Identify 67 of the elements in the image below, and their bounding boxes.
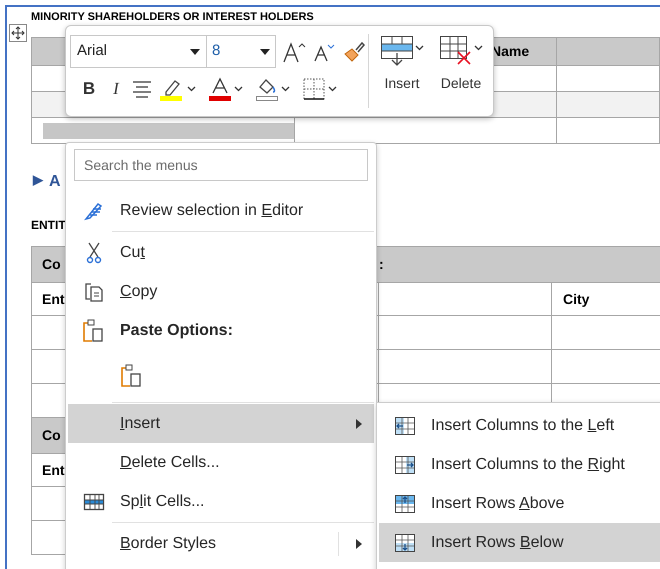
align-center-icon[interactable] [131, 80, 153, 98]
menu-item[interactable]: Insert Columns to the Right [379, 445, 660, 484]
menu-item-label: Copy [120, 282, 158, 300]
menu-section-label: Paste Options: [120, 321, 233, 341]
caret-icon [474, 45, 483, 51]
shrink-font-icon[interactable] [314, 42, 336, 62]
menu-item-label: Split Cells... [120, 492, 204, 510]
menu-item[interactable]: Insert Rows Below [379, 523, 660, 562]
menu-item-label: Insert [120, 414, 160, 432]
section-heading: ENTIT [31, 217, 67, 234]
font-name-field[interactable]: Arial [70, 35, 207, 68]
grow-font-icon[interactable] [283, 40, 307, 62]
italic-button[interactable]: I [104, 76, 128, 102]
dropdown-arrow-icon [190, 48, 200, 54]
menu-item[interactable]: Insert Columns to the Left [379, 406, 660, 445]
menu-item-label: Insert Rows Above [431, 494, 564, 514]
table-header-cell-text: Ent [42, 460, 65, 480]
expand-arrow-icon[interactable]: ▶ [33, 170, 43, 190]
font-color-icon[interactable] [209, 77, 231, 101]
table-header-cell-text: Co [42, 255, 61, 274]
bold-button[interactable]: B [77, 76, 101, 102]
caret-icon [234, 86, 243, 92]
menu-item[interactable]: Insert [68, 404, 374, 443]
table-header-cell-text: Co [42, 426, 61, 445]
insert-row-below-icon [394, 532, 416, 552]
caret-icon [415, 45, 424, 51]
clipboard-icon [120, 364, 142, 388]
format-painter-icon[interactable] [343, 40, 365, 62]
menu-item-label: Border Styles [120, 534, 216, 552]
insert-column-right-icon [394, 454, 416, 474]
delete-table-icon [439, 35, 473, 67]
insert-row-above-icon [394, 494, 416, 514]
table-move-handle-icon[interactable] [9, 24, 27, 42]
insert-button[interactable]: Insert [376, 35, 428, 109]
table-header-cell-text: Ent [42, 290, 65, 308]
scissors-icon [86, 242, 102, 264]
menu-item[interactable]: Border Styles [68, 524, 374, 563]
menu-item-label: Delete Cells... [120, 454, 220, 470]
menu-item[interactable]: Insert Rows Above [379, 484, 660, 523]
menu-item[interactable]: Delete Cells... [68, 443, 374, 482]
insert-table-icon [380, 35, 414, 67]
caret-icon [281, 86, 290, 92]
copy-icon [83, 280, 105, 302]
menu-item-label: Insert Columns to the Right [431, 454, 625, 474]
caret-icon [328, 86, 337, 92]
menu-item[interactable]: Split Cells... [68, 482, 374, 521]
menu-item-label: Review selection in Editor [120, 202, 304, 218]
font-size-field[interactable]: 8 [207, 35, 276, 68]
table-header-cell-text: City [563, 290, 590, 309]
split-cells-icon [83, 492, 105, 512]
shading-icon[interactable] [256, 77, 278, 101]
table-header-cell-text: : [379, 255, 384, 274]
menu-item[interactable]: Copy [68, 272, 374, 311]
dropdown-arrow-icon [260, 48, 270, 54]
section-title: A [49, 172, 61, 192]
menu-item-label: Insert Rows Below [431, 532, 564, 552]
clipboard-icon [82, 319, 104, 343]
insert-column-left-icon [394, 416, 416, 436]
menu-item[interactable]: Review selection in Editor [68, 191, 374, 230]
section-heading: MINORITY SHAREHOLDERS OR INTEREST HOLDERS [31, 11, 314, 23]
search-field[interactable]: Search the menus [74, 149, 368, 181]
menu-item-label: Insert Columns to the Left [431, 416, 614, 436]
menu-item[interactable]: Cut [68, 233, 374, 272]
delete-button[interactable]: Delete [434, 35, 488, 109]
menu-item-label: Cut [120, 244, 145, 260]
borders-icon[interactable] [303, 78, 325, 100]
caret-icon [187, 86, 196, 92]
